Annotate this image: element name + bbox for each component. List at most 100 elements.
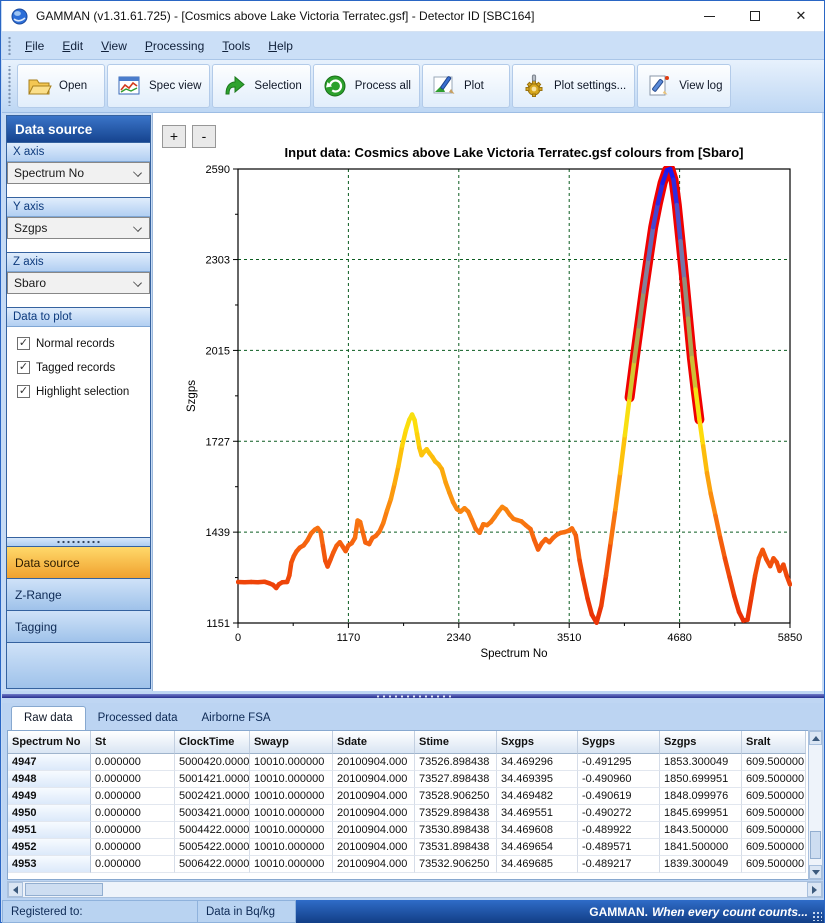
table-cell: 609.500000 [742,771,806,788]
scroll-left-button[interactable] [8,882,23,897]
toolbar-grip[interactable] [7,66,12,106]
svg-text:1170: 1170 [337,632,361,644]
x-axis-dropdown[interactable]: Spectrum No [7,162,150,184]
plot-button[interactable]: Plot [422,64,510,108]
app-icon [11,8,28,25]
menu-item-tools[interactable]: Tools [213,35,259,57]
svg-text:0: 0 [235,632,241,644]
open-folder-icon [26,73,52,99]
table-cell: 10010.000000 [250,754,333,771]
nav-z-range[interactable]: Z-Range [7,578,150,610]
spec-view-button[interactable]: Spec view [107,64,210,108]
checkbox-check-icon: ✓ [17,361,30,374]
table-cell: 20100904.000 [333,805,415,822]
nav-tagging[interactable]: Tagging [7,610,150,642]
highlight-selection-checkbox[interactable]: ✓ Highlight selection [17,385,150,398]
table-cell: -0.490272 [578,805,660,822]
resize-grip[interactable] [812,911,822,921]
table-cell: 609.500000 [742,822,806,839]
selection-arrow-icon [221,73,247,99]
svg-text:4680: 4680 [667,632,691,644]
svg-text:Input data: Cosmics above Lake: Input data: Cosmics above Lake Victoria … [285,145,744,160]
tagged-records-checkbox[interactable]: ✓ Tagged records [17,361,150,374]
table-cell: 20100904.000 [333,856,415,873]
selection-button[interactable]: Selection [212,64,310,108]
brand-pane: GAMMAN. When every count counts... [296,900,824,923]
table-cell: 5003421.0000 [175,805,250,822]
process-all-icon [322,73,348,99]
chevron-down-icon [133,223,142,232]
table-vertical-scrollbar[interactable] [808,730,823,880]
table-row[interactable]: 49500.0000005003421.000010010.0000002010… [8,805,808,822]
plot-settings-button[interactable]: Plot settings... [512,64,635,108]
menu-grip[interactable] [7,37,12,55]
svg-text:Spectrum No: Spectrum No [480,648,547,660]
table-row[interactable]: 49490.0000005002421.000010010.0000002010… [8,788,808,805]
scroll-down-button[interactable] [809,865,822,879]
table-cell: -0.491295 [578,754,660,771]
table-row[interactable]: 49510.0000005004422.000010010.0000002010… [8,822,808,839]
table-cell: -0.490960 [578,771,660,788]
menu-item-processing[interactable]: Processing [136,35,213,57]
process-all-button[interactable]: Process all [313,64,420,108]
scroll-up-button[interactable] [809,731,822,745]
tab-airborne-fsa[interactable]: Airborne FSA [190,707,283,730]
table-cell: 10010.000000 [250,839,333,856]
view-log-button[interactable]: View log [637,64,731,108]
table-row[interactable]: 49470.0000005000420.000010010.0000002010… [8,754,808,771]
svg-text:2590: 2590 [206,164,230,176]
scroll-right-button[interactable] [807,882,822,897]
table-cell: -0.490619 [578,788,660,805]
y-axis-label: Y axis [7,197,150,217]
units-pane: Data in Bq/kg [198,900,296,923]
svg-text:3510: 3510 [557,632,581,644]
column-header: Sxgps [497,731,578,754]
z-axis-dropdown[interactable]: Sbaro [7,272,150,294]
close-button[interactable]: ✕ [778,1,824,32]
table-row[interactable]: 49480.0000005001421.000010010.0000002010… [8,771,808,788]
table-cell: 609.500000 [742,839,806,856]
table-cell: 0.000000 [91,788,175,805]
table-cell: 4951 [8,822,91,839]
horizontal-splitter[interactable] [2,691,824,703]
table-horizontal-scrollbar[interactable] [7,881,823,898]
y-axis-dropdown[interactable]: Szgps [7,217,150,239]
table-row[interactable]: 49530.0000005006422.000010010.0000002010… [8,856,808,873]
table-cell: 1839.300049 [660,856,742,873]
minimize-button[interactable] [686,1,732,32]
column-header: Sygps [578,731,660,754]
column-header: Szgps [660,731,742,754]
menu-item-view[interactable]: View [92,35,136,57]
maximize-button[interactable] [732,1,778,32]
brand-name: GAMMAN. [589,905,648,919]
table-cell: 20100904.000 [333,822,415,839]
table-cell: 0.000000 [91,771,175,788]
table-panel: Spectrum NoStClockTimeSwaypSdateStimeSxg… [2,730,824,900]
table-cell: 0.000000 [91,754,175,771]
table-cell: 4949 [8,788,91,805]
table-cell: 1841.500000 [660,839,742,856]
menu-item-edit[interactable]: Edit [53,35,92,57]
brand-slogan: When every count counts... [652,905,808,919]
table-cell: 1843.500000 [660,822,742,839]
table-row[interactable]: 49520.0000005005422.000010010.0000002010… [8,839,808,856]
column-header: ClockTime [175,731,250,754]
horizontal-scroll-thumb[interactable] [25,883,103,896]
data-to-plot-label: Data to plot [7,307,150,327]
menu-item-file[interactable]: File [16,35,53,57]
table-cell: 73528.906250 [415,788,497,805]
table-cell: 1853.300049 [660,754,742,771]
normal-records-checkbox[interactable]: ✓ Normal records [17,337,150,350]
table-cell: 73531.898438 [415,839,497,856]
tab-raw-data[interactable]: Raw data [11,706,86,730]
vertical-scroll-thumb[interactable] [810,831,821,859]
menu-item-help[interactable]: Help [259,35,302,57]
panel-splitter-handle[interactable] [7,537,150,546]
table-cell: 4948 [8,771,91,788]
tab-processed-data[interactable]: Processed data [86,707,190,730]
chevron-down-icon [133,168,142,177]
open-button[interactable]: Open [17,64,105,108]
table-cell: 5000420.0000 [175,754,250,771]
table-cell: 20100904.000 [333,788,415,805]
nav-data-source[interactable]: Data source [7,546,150,578]
